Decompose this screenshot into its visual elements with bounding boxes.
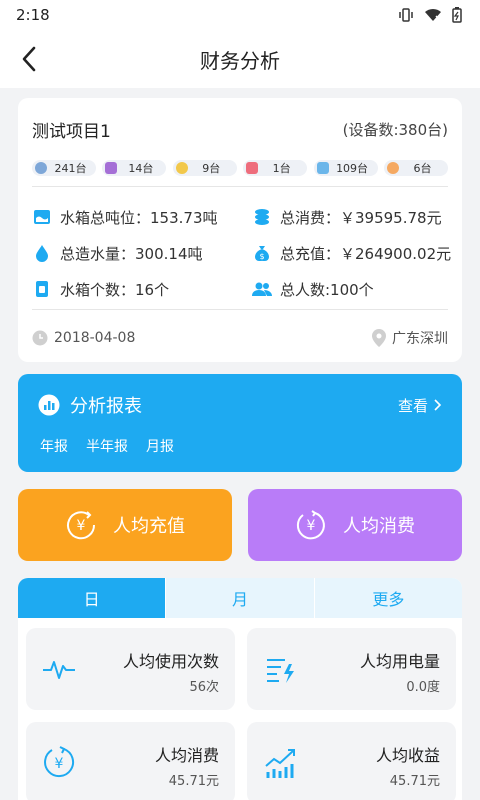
users-icon — [252, 279, 272, 299]
tab-month[interactable]: 月 — [165, 578, 314, 618]
yen-consume-icon: ¥ — [296, 510, 325, 540]
stat-total-recharge: $ 总充值：￥264900.02元 — [252, 237, 462, 269]
pill-icon — [35, 162, 47, 174]
tile-usage-count[interactable]: 人均使用次数 56次 — [26, 628, 235, 710]
power-icon — [267, 659, 294, 683]
per-capita-panel: 日 月 更多 人均使用次数 56次 人均用电量 0.0度 ¥ 人均消费 45.7… — [18, 578, 462, 800]
tab-day[interactable]: 日 — [18, 578, 166, 618]
report-tabs: 年报 半年报 月报 — [38, 436, 442, 456]
tank-count-icon — [32, 279, 52, 299]
money-bag-icon: $ — [252, 243, 272, 263]
location-pin-icon — [372, 329, 386, 347]
status-icons — [398, 7, 462, 23]
stat-tank-count: 水箱个数：16个 — [32, 273, 252, 305]
pulse-icon — [43, 661, 75, 679]
stat-total-water: 总造水量：300.14吨 — [32, 237, 252, 269]
report-header: 分析报表 查看 — [38, 374, 442, 436]
device-chips: 241台 14台 9台 1台 109台 6台 — [32, 160, 448, 176]
key-icon — [175, 162, 188, 174]
stat-total-users: 总人数:100个 — [252, 273, 462, 305]
period-tabs: 日 月 更多 — [18, 578, 462, 618]
per-capita-consume-button[interactable]: ¥ 人均消费 — [248, 489, 462, 561]
project-name: 测试项目1 — [32, 121, 111, 142]
status-time: 2:18 — [16, 6, 50, 24]
app-bar: 财务分析 — [0, 30, 480, 88]
analysis-report-card[interactable]: 分析报表 查看 年报 半年报 月报 — [18, 374, 462, 472]
battery-icon — [452, 7, 462, 23]
project-header: 测试项目1 (设备数:380台) — [32, 98, 448, 160]
stat-total-consumption: 总消费：￥39595.78元 — [252, 201, 462, 233]
back-button[interactable] — [14, 44, 44, 74]
svg-text:¥: ¥ — [77, 518, 86, 534]
tab-more[interactable]: 更多 — [313, 578, 462, 618]
device-chip: 9台 — [172, 160, 237, 176]
report-tab-semiannual[interactable]: 半年报 — [86, 436, 128, 456]
tile-power-usage[interactable]: 人均用电量 0.0度 — [247, 628, 456, 710]
more-icon — [386, 162, 399, 174]
report-tab-annual[interactable]: 年报 — [40, 436, 68, 456]
project-date: 2018-04-08 — [32, 330, 135, 346]
card-icon — [316, 162, 329, 174]
water-tank-icon — [32, 207, 52, 227]
device-count: (设备数:380台) — [342, 120, 448, 139]
chevron-right-icon — [434, 399, 442, 411]
device-chip: 109台 — [313, 160, 378, 176]
stat-tiles: 人均使用次数 56次 人均用电量 0.0度 ¥ 人均消费 45.71元 人均收益… — [18, 618, 462, 800]
coins-icon — [252, 207, 272, 227]
stat-tank-tonnage: 水箱总吨位：153.73吨 — [32, 201, 252, 233]
vibrate-icon — [399, 8, 413, 22]
bar-chart-icon — [38, 394, 60, 416]
page-title: 财务分析 — [200, 48, 280, 73]
water-drop-icon — [32, 243, 52, 263]
camera-icon — [105, 162, 118, 174]
project-stats: 水箱总吨位：153.73吨 总消费：￥39595.78元 总造水量：300.14… — [32, 187, 451, 309]
project-location: 广东深圳 — [372, 328, 448, 348]
svg-text:¥: ¥ — [55, 756, 64, 772]
per-capita-recharge-button[interactable]: ¥ 人均充值 — [18, 489, 232, 561]
status-bar: 2:18 — [0, 0, 480, 30]
report-title: 分析报表 — [38, 392, 142, 418]
tile-per-capita-consumption[interactable]: ¥ 人均消费 45.71元 — [26, 722, 235, 800]
yen-circle-icon: ¥ — [44, 746, 74, 778]
project-footer: 2018-04-08 广东深圳 — [32, 310, 448, 366]
phone-icon — [246, 162, 259, 174]
growth-chart-icon — [265, 749, 295, 778]
yen-recharge-icon: ¥ — [67, 511, 96, 540]
back-arrow-icon — [22, 46, 36, 72]
project-card[interactable]: 测试项目1 (设备数:380台) 241台 14台 9台 1台 109台 6台 … — [18, 98, 462, 362]
svg-text:¥: ¥ — [307, 518, 316, 534]
tile-per-capita-revenue[interactable]: 人均收益 45.71元 — [247, 722, 456, 800]
device-chip: 1台 — [243, 160, 308, 176]
report-tab-monthly[interactable]: 月报 — [146, 436, 174, 456]
device-chip: 6台 — [383, 160, 448, 176]
device-chip: 14台 — [102, 160, 167, 176]
clock-icon — [32, 330, 48, 346]
svg-text:$: $ — [259, 252, 264, 261]
wifi-off-icon — [425, 8, 441, 21]
report-view-link[interactable]: 查看 — [398, 395, 442, 416]
device-chip: 241台 — [32, 160, 96, 176]
